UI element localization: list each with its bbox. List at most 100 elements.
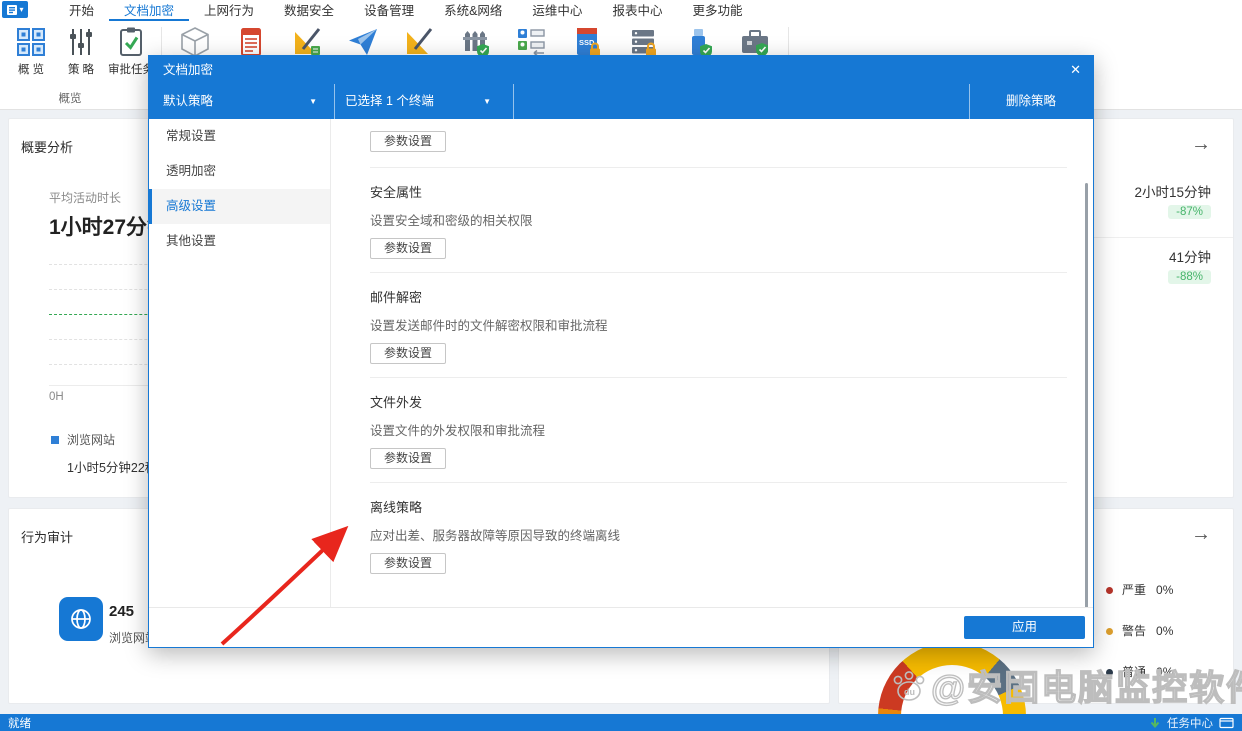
ribbon-button-design-2[interactable] [391, 25, 447, 59]
alert-legend-item: 警告0% [1106, 622, 1173, 639]
ribbon-button-strategy-design[interactable] [279, 25, 335, 59]
ribbon-button-policy[interactable]: 策略 [56, 25, 106, 77]
ribbon-group-label: 概览 [8, 90, 132, 106]
overview-grid-icon [14, 25, 48, 59]
ruler-pencil-icon [402, 25, 436, 59]
param-settings-button[interactable]: 参数设置 [370, 131, 446, 152]
org-structure-icon [514, 25, 548, 59]
toolbox-shield-icon [738, 25, 772, 59]
panel-title: 行为审计 [21, 527, 73, 546]
sidebar-item-transparent-encryption[interactable]: 透明加密 [149, 154, 330, 189]
stat-delta-badge: -87% [1168, 205, 1211, 219]
paper-plane-icon [346, 25, 380, 59]
fence-shield-icon [458, 25, 492, 59]
sidebar-item-advanced[interactable]: 高级设置 [149, 189, 330, 224]
usb-shield-icon [682, 25, 716, 59]
dialog-title: 文档加密 [163, 63, 213, 77]
policy-select-value: 默认策略 [163, 94, 213, 108]
report-list-icon [234, 25, 268, 59]
section-title: 邮件解密 [370, 291, 1087, 305]
chart-legend: 浏览网站 1小时5分钟22秒 [51, 431, 157, 476]
panel-title: 概要分析 [21, 137, 73, 156]
stat-delta-badge: -88% [1168, 270, 1211, 284]
section-title: 离线策略 [370, 501, 1087, 515]
section-desc: 设置安全域和密级的相关权限 [370, 213, 1087, 230]
download-arrow-icon [1149, 717, 1161, 729]
ribbon-button-ssd-encrypt[interactable]: SSD [559, 25, 615, 59]
modal-scrollbar-thumb[interactable] [1085, 183, 1088, 609]
stat-value: 2小时15分钟 [1134, 181, 1211, 201]
terminal-select[interactable]: 已选择 1 个终端 ▼ [345, 84, 505, 119]
menu-item-device-mgmt[interactable]: 设备管理 [349, 0, 429, 21]
section-desc: 设置发送邮件时的文件解密权限和审批流程 [370, 318, 1087, 335]
toolbar-separator [334, 84, 335, 119]
ruler-pencil-icon [290, 25, 324, 59]
alert-legend-item: 普通0% [1106, 663, 1173, 680]
caret-down-icon: ▼ [483, 84, 491, 119]
dialog-titlebar: 文档加密 ✕ [149, 56, 1093, 84]
menu-item-data-security[interactable]: 数据安全 [269, 0, 349, 21]
ribbon-label: 概览 [18, 61, 47, 77]
section-file-outgoing: 文件外发 设置文件的外发权限和审批流程 参数设置 [370, 396, 1087, 469]
menu-item-ops-center[interactable]: 运维中心 [517, 0, 597, 21]
sidebar-item-other[interactable]: 其他设置 [149, 224, 330, 259]
terminal-select-value: 已选择 1 个终端 [345, 94, 434, 108]
ribbon-button-send[interactable] [335, 25, 391, 59]
menu-item-web-behavior[interactable]: 上网行为 [189, 0, 269, 21]
policy-select[interactable]: 默认策略 ▼ [163, 84, 331, 119]
policy-sliders-icon [64, 25, 98, 59]
sidebar-item-general[interactable]: 常规设置 [149, 119, 330, 154]
normal-dot-icon [1106, 669, 1113, 676]
menu-item-more[interactable]: 更多功能 [677, 0, 757, 21]
ribbon-button-transparent-encryption[interactable] [167, 25, 223, 59]
alert-value: 0% [1156, 665, 1173, 679]
dialog-toolbar: 默认策略 ▼ 已选择 1 个终端 ▼ 删除策略 [149, 84, 1093, 119]
delete-policy-button[interactable]: 删除策略 [969, 84, 1093, 119]
menu-item-report-center[interactable]: 报表中心 [597, 0, 677, 21]
menu-item-doc-encryption[interactable]: 文档加密 [109, 0, 189, 21]
ribbon-button-server-encrypt[interactable] [615, 25, 671, 59]
stat-value: 41分钟 [1169, 246, 1211, 266]
ssd-lock-icon: SSD [570, 25, 604, 59]
divider [370, 482, 1067, 483]
menu-items: 开始 文档加密 上网行为 数据安全 设备管理 系统&网络 运维中心 报表中心 更… [54, 0, 757, 21]
menu-bar: ▾ 开始 文档加密 上网行为 数据安全 设备管理 系统&网络 运维中心 报表中心… [0, 0, 1242, 19]
arrow-right-icon[interactable]: → [1191, 133, 1211, 156]
arrow-right-icon[interactable]: → [1191, 523, 1211, 546]
app-window: ▾ 开始 文档加密 上网行为 数据安全 设备管理 系统&网络 运维中心 报表中心… [0, 0, 1242, 731]
browse-web-tile[interactable] [59, 597, 103, 641]
caret-down-icon: ▼ [309, 84, 317, 119]
dialog-footer: 应用 [149, 607, 1093, 647]
toolbar-separator [513, 84, 514, 119]
ribbon-button-overview[interactable]: 概览 [6, 25, 56, 77]
divider [370, 377, 1067, 378]
app-menu-button[interactable]: ▾ [2, 1, 28, 18]
section-security-attrs: 安全属性 设置安全域和密级的相关权限 参数设置 [370, 186, 1087, 259]
menu-item-system-network[interactable]: 系统&网络 [429, 0, 517, 21]
section-clipped: 设置文件的解密权限和审批流程 参数设置 [370, 119, 1087, 152]
task-window-icon[interactable] [1219, 717, 1234, 729]
cube-icon [178, 25, 212, 59]
ribbon-button-report-list[interactable] [223, 25, 279, 59]
section-desc: 应对出差、服务器故障等原因导致的终端离线 [370, 528, 1087, 545]
task-center-button[interactable]: 任务中心 [1167, 715, 1213, 731]
status-bar: 就绪 任务中心 [0, 714, 1242, 731]
param-settings-button[interactable]: 参数设置 [370, 343, 446, 364]
ribbon-button-toolbox[interactable] [727, 25, 783, 59]
param-settings-button[interactable]: 参数设置 [370, 448, 446, 469]
ribbon-button-usb-control[interactable] [671, 25, 727, 59]
approval-clipboard-icon [114, 25, 148, 59]
ribbon-button-network-protect[interactable] [447, 25, 503, 59]
severe-dot-icon [1106, 587, 1113, 594]
apply-button[interactable]: 应用 [964, 616, 1085, 639]
param-settings-button[interactable]: 参数设置 [370, 238, 446, 259]
param-settings-button[interactable]: 参数设置 [370, 553, 446, 574]
section-offline-policy: 离线策略 应对出差、服务器故障等原因导致的终端离线 参数设置 [370, 501, 1087, 574]
alert-label: 警告 [1122, 624, 1146, 638]
menu-item-start[interactable]: 开始 [54, 0, 109, 21]
close-icon[interactable]: ✕ [1070, 56, 1081, 84]
dialog-sidebar: 常规设置 透明加密 高级设置 其他设置 [149, 119, 331, 607]
ribbon-button-org-structure[interactable] [503, 25, 559, 59]
section-desc: 设置文件的外发权限和审批流程 [370, 423, 1087, 440]
warning-dot-icon [1106, 628, 1113, 635]
